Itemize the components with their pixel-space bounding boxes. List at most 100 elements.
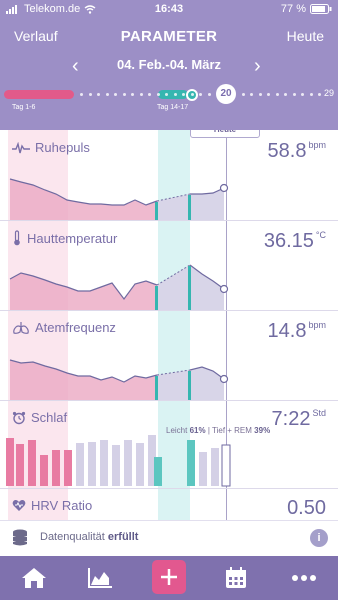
battery-icon xyxy=(310,4,332,14)
timeline-dot xyxy=(258,93,262,96)
status-right: 77 % xyxy=(281,3,332,15)
timeline-dot xyxy=(139,93,143,96)
ruhepuls-chart xyxy=(9,178,229,220)
atemfrequenz-chart xyxy=(9,359,229,400)
timeline-dot xyxy=(97,93,100,96)
navigation-bar: Verlauf PARAMETER Heute xyxy=(0,28,338,50)
next-range-button[interactable]: › xyxy=(254,55,261,78)
timeline-dot xyxy=(148,93,151,96)
parameter-charts[interactable]: Heute Ruhepuls 58.8bpm Hauttemperatur 36… xyxy=(0,130,338,520)
timeline-dot xyxy=(267,93,270,96)
timeline-dot xyxy=(165,93,168,96)
tab-home[interactable] xyxy=(18,562,50,594)
atemfrequenz-value: 14.8 bpm xyxy=(268,320,326,343)
separator xyxy=(0,310,338,311)
hauttemperatur-chart xyxy=(9,264,229,310)
heart-pulse-icon xyxy=(12,500,26,511)
schlaf-title[interactable]: Schlaf xyxy=(12,410,67,425)
tab-charts[interactable] xyxy=(84,562,116,594)
section-label: Ruhepuls xyxy=(35,140,90,155)
hauttemperatur-title[interactable]: Hauttemperatur xyxy=(12,230,117,246)
separator xyxy=(0,488,338,489)
timeline-dot xyxy=(122,93,126,96)
sleep-phase-breakdown: Leicht 61% | Tief + REM 39% xyxy=(166,426,270,435)
ruhepuls-title[interactable]: Ruhepuls xyxy=(12,140,90,155)
timeline-dot xyxy=(173,93,177,96)
tief-label: Tief + REM xyxy=(212,426,252,435)
hrv-value: 0.50 xyxy=(287,497,326,520)
value-number: 0.50 xyxy=(287,497,326,519)
timeline-dot xyxy=(88,93,92,96)
current-day-badge[interactable]: 20 xyxy=(216,84,236,104)
timeline-dot xyxy=(241,93,245,96)
today-button[interactable]: Heute xyxy=(287,28,324,44)
timeline-dot xyxy=(156,93,160,96)
data-quality-status: erfüllt xyxy=(107,531,139,543)
timeline-dot xyxy=(114,93,117,96)
section-label: HRV Ratio xyxy=(31,498,93,513)
add-button[interactable] xyxy=(152,560,186,594)
schlaf-value: 7:22 Std xyxy=(272,408,326,431)
section-label: Atemfrequenz xyxy=(35,320,116,335)
leicht-label: Leicht xyxy=(166,426,188,435)
heartbeat-icon xyxy=(12,141,30,153)
schlaf-chart xyxy=(6,435,231,487)
heute-marker: Heute xyxy=(190,130,260,138)
database-icon xyxy=(13,529,27,546)
detail-separator: | xyxy=(207,426,210,435)
header: Telekom.de 16:43 77 % Verlauf PARAMETER … xyxy=(0,0,338,130)
tief-value: 39% xyxy=(254,426,271,435)
timeline-dot xyxy=(309,93,313,96)
tab-more[interactable] xyxy=(288,562,320,594)
timeline-dot xyxy=(190,93,194,96)
timeline-dot xyxy=(80,93,83,96)
timeline-dot xyxy=(105,93,109,96)
hauttemperatur-value: 36.15 °C xyxy=(264,230,326,253)
plus-icon xyxy=(161,569,177,585)
timeline-dot xyxy=(131,93,134,96)
section-label: Schlaf xyxy=(31,410,68,425)
separator xyxy=(0,400,338,401)
atemfrequenz-title[interactable]: Atemfrequenz xyxy=(12,320,116,335)
section-label: Hauttemperatur xyxy=(27,230,118,246)
hrv-title[interactable]: HRV Ratio xyxy=(12,498,92,513)
value-number: 14.8 xyxy=(267,320,307,342)
chart-icon xyxy=(88,568,112,588)
data-quality-bar[interactable]: Datenqualität erfüllt i xyxy=(0,520,338,556)
alarm-clock-icon xyxy=(12,411,26,424)
value-unit: °C xyxy=(315,230,326,240)
timeline-dot xyxy=(284,93,287,96)
calendar-icon xyxy=(226,567,246,588)
leicht-value: 61% xyxy=(189,426,206,435)
tab-bar xyxy=(0,556,338,600)
ruhepuls-value: 58.8 bpm xyxy=(268,140,326,163)
lungs-icon xyxy=(13,321,29,334)
separator xyxy=(0,220,338,221)
timeline-dot xyxy=(301,93,304,96)
date-range-selector: ‹ 04. Feb.-04. März › xyxy=(0,55,338,79)
date-range-label: 04. Feb.-04. März xyxy=(116,57,222,72)
value-number: 36.15 xyxy=(263,230,314,252)
value-number: 58.8 xyxy=(267,140,307,162)
timeline-dot xyxy=(199,93,202,96)
info-icon[interactable]: i xyxy=(310,529,328,547)
cycle-timeline[interactable]: 20 29 Tag 1-6 Tag 14-17 xyxy=(0,84,338,116)
period-bar xyxy=(4,90,74,99)
end-day-label: 29 xyxy=(324,88,335,98)
status-bar: Telekom.de 16:43 77 % xyxy=(0,3,338,19)
tag-label-period: Tag 1-6 xyxy=(12,104,36,111)
timeline-dot xyxy=(275,93,279,96)
data-quality-label: Datenqualität xyxy=(40,531,105,543)
thermometer-icon xyxy=(14,230,20,246)
battery-text: 77 % xyxy=(280,3,306,15)
timeline-dot xyxy=(250,93,253,96)
home-icon xyxy=(22,568,46,588)
value-unit: Std xyxy=(312,408,326,418)
timeline-dot xyxy=(318,93,321,96)
value-unit: bpm xyxy=(308,320,326,330)
data-quality-text: Datenqualität erfüllt xyxy=(40,531,138,543)
tab-calendar[interactable] xyxy=(220,562,252,594)
tag-label-fertile: Tag 14-17 xyxy=(157,104,189,111)
timeline-dot xyxy=(182,93,185,96)
more-icon xyxy=(292,575,316,581)
